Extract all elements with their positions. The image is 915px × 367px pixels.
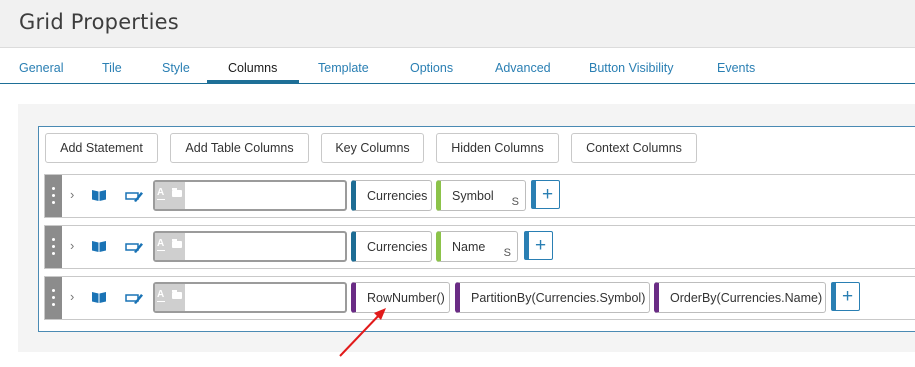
red-arrow-icon — [339, 308, 386, 357]
table-source-label: Currencies — [367, 239, 428, 254]
column-row: › A Currencies Name S + — [44, 225, 915, 269]
tab-options[interactable]: Options — [410, 61, 453, 75]
folder-icon[interactable] — [172, 290, 182, 299]
text-type-icon: A — [155, 284, 185, 311]
text-type-icon: A — [155, 233, 185, 260]
tab-tile[interactable]: Tile — [102, 61, 122, 75]
tab-advanced[interactable]: Advanced — [495, 61, 551, 75]
drag-handle-icon[interactable] — [45, 175, 62, 217]
chevron-right-icon[interactable]: › — [70, 238, 74, 253]
edit-icon[interactable] — [125, 240, 143, 254]
folder-icon[interactable] — [172, 188, 182, 197]
active-tab-indicator — [207, 80, 299, 83]
chevron-right-icon[interactable]: › — [70, 289, 74, 304]
table-source-pill[interactable]: Currencies — [351, 231, 432, 262]
text-type-icon: A — [155, 182, 185, 209]
text-type-icon: A — [157, 187, 165, 198]
function-label: OrderBy(Currencies.Name) — [670, 290, 823, 305]
tab-general[interactable]: General — [19, 61, 63, 75]
column-row: › A Currencies Symbol S + — [44, 174, 915, 218]
tab-template[interactable]: Template — [318, 61, 369, 75]
column-row: › A RowNumber() PartitionBy(Currencies.S… — [44, 276, 915, 320]
column-name-input[interactable]: A — [153, 282, 347, 313]
function-pill[interactable]: OrderBy(Currencies.Name) — [654, 282, 826, 313]
tab-columns[interactable]: Columns — [228, 61, 277, 75]
text-type-icon: A — [157, 238, 165, 249]
field-label: Symbol — [452, 188, 494, 203]
book-icon[interactable] — [92, 291, 106, 303]
column-name-input[interactable]: A — [153, 180, 347, 211]
function-label: RowNumber() — [367, 290, 445, 305]
drag-handle-icon[interactable] — [45, 226, 62, 268]
table-source-label: Currencies — [367, 188, 428, 203]
chevron-right-icon[interactable]: › — [70, 187, 74, 202]
function-label: PartitionBy(Currencies.Symbol) — [471, 290, 646, 305]
text-type-icon: A — [157, 289, 165, 300]
plus-icon: + — [534, 235, 547, 256]
edit-icon[interactable] — [125, 189, 143, 203]
field-type-badge: S — [511, 196, 519, 208]
add-statement-button[interactable]: Add Statement — [45, 133, 158, 163]
key-columns-button[interactable]: Key Columns — [321, 133, 424, 163]
function-pill[interactable]: PartitionBy(Currencies.Symbol) — [455, 282, 650, 313]
tab-style[interactable]: Style — [162, 61, 190, 75]
plus-icon: + — [541, 184, 554, 205]
tab-events[interactable]: Events — [717, 61, 755, 75]
book-icon[interactable] — [92, 189, 106, 201]
table-source-pill[interactable]: Currencies — [351, 180, 432, 211]
edit-icon[interactable] — [125, 291, 143, 305]
field-type-badge: S — [503, 247, 511, 259]
hidden-columns-button[interactable]: Hidden Columns — [436, 133, 559, 163]
add-item-button[interactable]: + — [524, 231, 553, 260]
tab-button-visibility[interactable]: Button Visibility — [589, 61, 674, 75]
book-icon[interactable] — [92, 240, 106, 252]
drag-handle-icon[interactable] — [45, 277, 62, 319]
add-item-button[interactable]: + — [531, 180, 560, 209]
plus-icon: + — [841, 286, 854, 307]
folder-icon[interactable] — [172, 239, 182, 248]
column-name-input[interactable]: A — [153, 231, 347, 262]
add-table-columns-button[interactable]: Add Table Columns — [170, 133, 309, 163]
field-pill[interactable]: Name S — [436, 231, 518, 262]
window-title: Grid Properties — [19, 10, 179, 34]
context-columns-button[interactable]: Context Columns — [571, 133, 697, 163]
title-bar: Grid Properties — [0, 0, 915, 48]
tab-strip: General Tile Style Columns Template Opti… — [0, 49, 915, 84]
field-label: Name — [452, 239, 486, 254]
add-item-button[interactable]: + — [831, 282, 860, 311]
field-pill[interactable]: Symbol S — [436, 180, 526, 211]
